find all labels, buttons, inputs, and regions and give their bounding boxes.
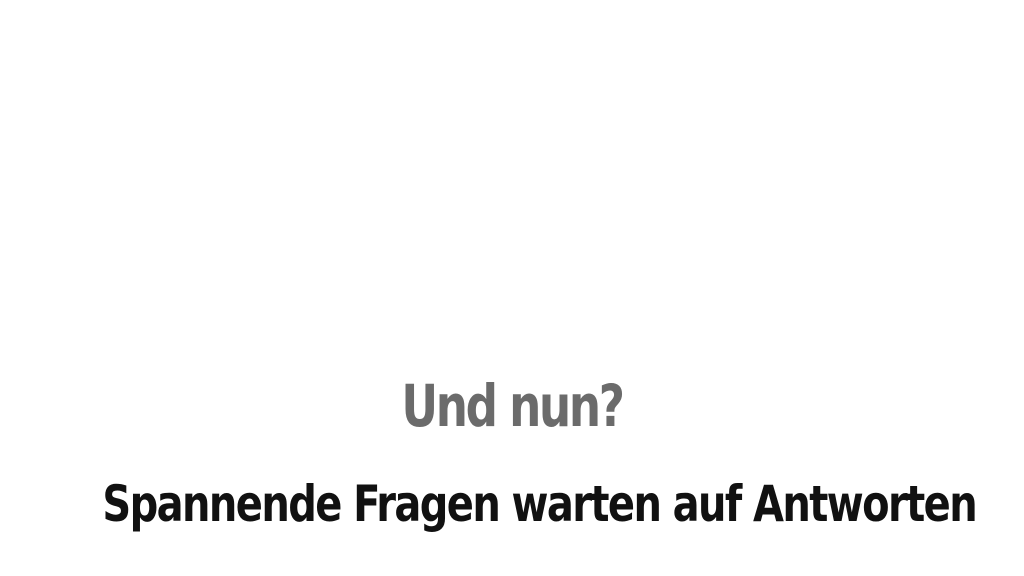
slide: Und nun? Spannende Fragen warten auf Ant…: [0, 0, 1024, 576]
slide-heading: Und nun?: [401, 372, 625, 440]
slide-subheading: Spannende Fragen warten auf Antworten: [102, 475, 977, 533]
